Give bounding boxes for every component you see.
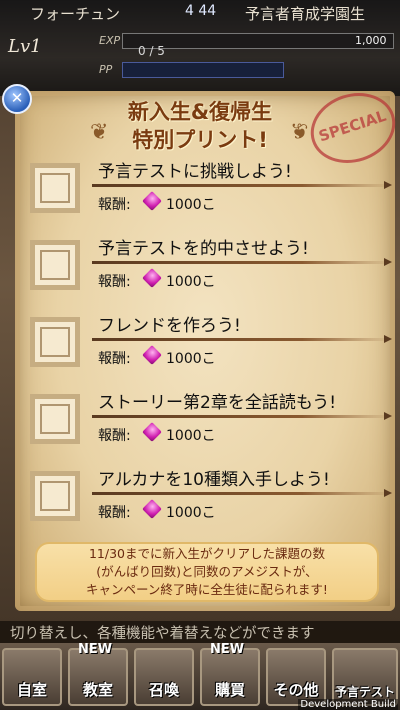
reward-label: 報酬:: [98, 428, 131, 444]
reward-label: 報酬:: [98, 274, 131, 290]
task-divider: [92, 258, 392, 266]
task-item: 予言テストに挑戦しよう! 報酬: 1000こ: [30, 153, 400, 237]
nav-prophecy-test[interactable]: 予言テスト: [332, 648, 398, 706]
nav-label: その他: [273, 681, 319, 699]
modal-title-line2: 特別プリント!: [132, 128, 268, 152]
pp-bar: [122, 62, 284, 78]
exp-progress: 0 / 5: [138, 44, 165, 58]
task-title: ストーリー第2章を全話読もう!: [98, 393, 337, 413]
task-checkbox: [30, 394, 80, 444]
amethyst-icon: [142, 499, 162, 519]
reward-amount: 1000こ: [166, 505, 216, 521]
nav-label: 召喚: [148, 681, 179, 699]
nav-other[interactable]: その他: [266, 648, 326, 706]
task-checkbox: [30, 163, 80, 213]
info-line: (がんばり回数)と同数のアメジストが、: [96, 564, 318, 579]
task-title: フレンドを作ろう!: [98, 316, 241, 336]
task-title: 予言テストを的中させよう!: [98, 239, 309, 259]
task-checkbox: [30, 471, 80, 521]
reward-label: 報酬:: [98, 351, 131, 367]
new-badge: NEW: [78, 642, 113, 657]
nav-label: 教室: [82, 681, 113, 699]
reward-amount: 1000こ: [166, 351, 216, 367]
task-item: フレンドを作ろう! 報酬: 1000こ: [30, 307, 400, 391]
task-divider: [92, 412, 392, 420]
hud-center-value: 4 44: [185, 3, 217, 19]
reward-amount: 1000こ: [166, 274, 216, 290]
exp-value: 1,000: [355, 34, 387, 47]
info-line: 11/30までに新入生がクリアした課題の数: [88, 546, 326, 561]
close-icon: ✕: [10, 89, 24, 107]
nav-shop[interactable]: NEW 購買: [200, 642, 260, 706]
reward-amount: 1000こ: [166, 197, 216, 213]
modal-title-line1: 新入生&復帰生: [127, 100, 273, 124]
nav-label: 予言テスト: [334, 685, 395, 699]
news-ticker: 切り替えし、各種機能や着替えなどができます: [0, 621, 400, 643]
task-item: 予言テストを的中させよう! 報酬: 1000こ: [30, 230, 400, 314]
task-checkbox: [30, 240, 80, 290]
task-checkbox: [30, 317, 80, 367]
amethyst-icon: [142, 422, 162, 442]
close-button[interactable]: ✕: [2, 84, 32, 114]
nav-room[interactable]: 自室: [2, 648, 62, 706]
new-badge: NEW: [210, 642, 245, 657]
amethyst-icon: [142, 345, 162, 365]
reward-amount: 1000こ: [166, 428, 216, 444]
ticker-text: 切り替えし、各種機能や着替えなどができます: [10, 626, 315, 642]
campaign-info-box: 11/30までに新入生がクリアした課題の数 (がんばり回数)と同数のアメジストが…: [35, 542, 379, 602]
task-title: 予言テストに挑戦しよう!: [98, 162, 292, 182]
reward-label: 報酬:: [98, 505, 131, 521]
hud-tab-name: フォーチュン: [30, 5, 121, 23]
task-item: ストーリー第2章を全話読もう! 報酬: 1000こ: [30, 384, 400, 468]
task-title: アルカナを10種類入手しよう!: [98, 470, 330, 490]
reward-label: 報酬:: [98, 197, 131, 213]
amethyst-icon: [142, 191, 162, 211]
nav-label: 自室: [16, 681, 47, 699]
task-divider: [92, 335, 392, 343]
amethyst-icon: [142, 268, 162, 288]
nav-summon[interactable]: 召喚: [134, 648, 194, 706]
task-divider: [92, 181, 392, 189]
task-item: アルカナを10種類入手しよう! 報酬: 1000こ: [30, 461, 400, 545]
bottom-nav: 自室 NEW 教室 召喚 NEW 購買 その他 予言テスト Developmen…: [0, 642, 400, 710]
player-level: Lv1: [8, 36, 42, 57]
nav-classroom[interactable]: NEW 教室: [68, 642, 128, 706]
dev-build-label: Development Build: [298, 699, 398, 710]
pp-label: PP: [99, 63, 113, 76]
info-line: キャンペーン終了時に全生徒に配られます!: [86, 582, 328, 597]
nav-label: 購買: [214, 681, 245, 699]
hud-school-name: 予言者育成学園生: [245, 5, 366, 23]
task-divider: [92, 489, 392, 497]
exp-label: EXP: [99, 34, 121, 47]
